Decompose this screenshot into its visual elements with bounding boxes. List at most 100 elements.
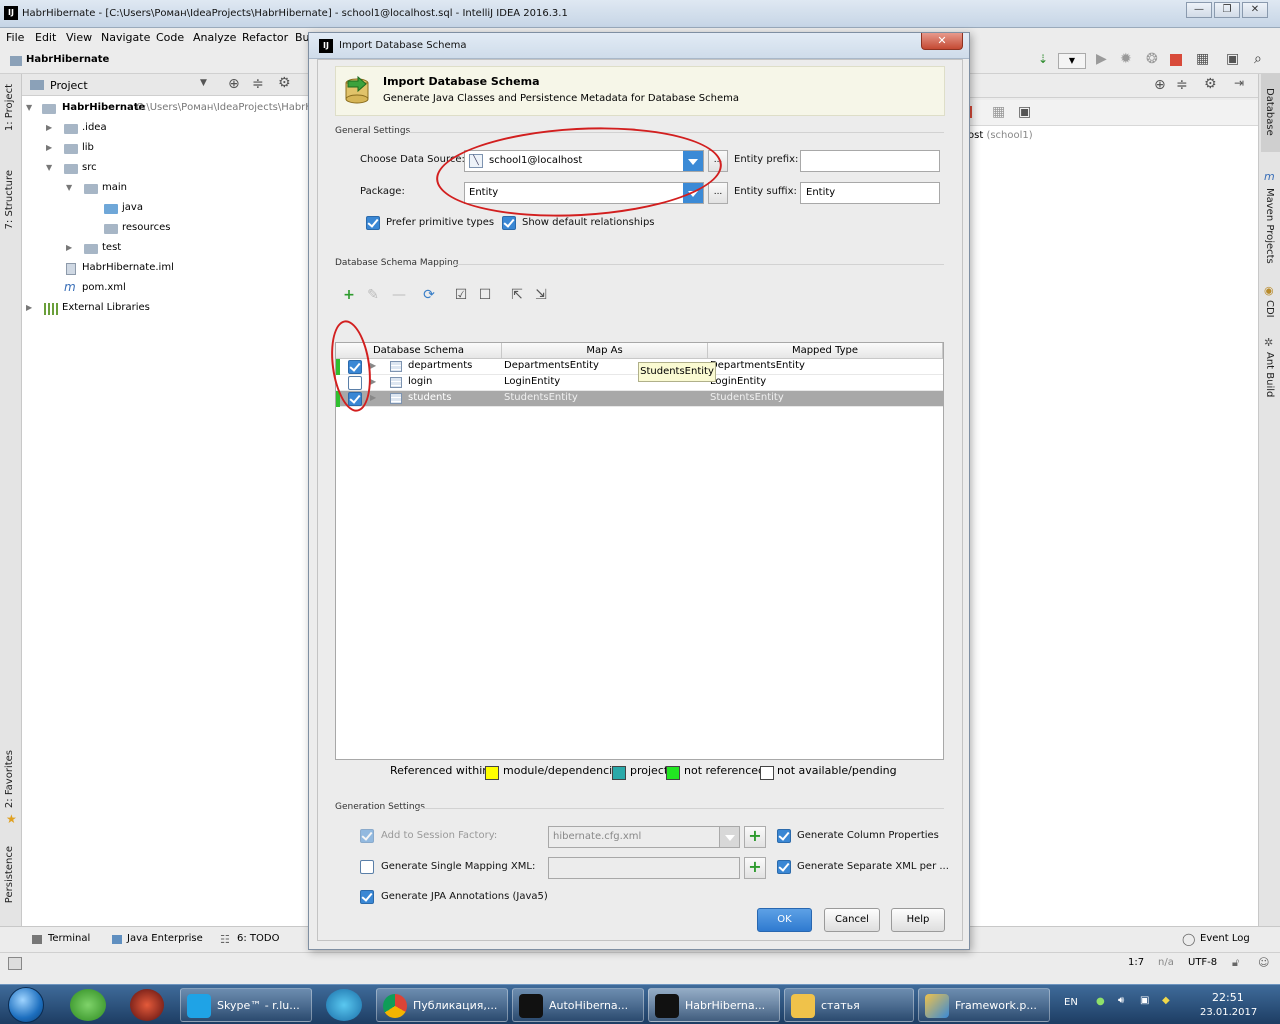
refresh-icon[interactable]: ⟳ (420, 286, 438, 304)
close-window-button[interactable]: ✕ (1242, 2, 1268, 18)
collapse-all-icon[interactable]: ⇲ (532, 286, 550, 304)
menu-navigate[interactable]: Navigate (101, 31, 150, 44)
line-separator[interactable]: n/a (1158, 957, 1174, 968)
db-host-label[interactable]: ost (school1) (968, 130, 1033, 141)
help-button[interactable]: Help (891, 908, 945, 932)
entity-suffix-input[interactable]: Entity (800, 182, 940, 204)
taskbar-item-skype[interactable]: Skype™ - r.lu... (180, 988, 312, 1022)
add-session-factory-button[interactable]: + (744, 826, 766, 848)
taskbar-item-framework[interactable]: Framework.p... (918, 988, 1050, 1022)
collapse-all-icon[interactable]: ≑ (252, 76, 264, 92)
tray-app-icon[interactable]: ● (1096, 996, 1105, 1007)
map-as-cell[interactable]: StudentsEntity (504, 392, 578, 403)
breadcrumb[interactable]: HabrHibernate (26, 54, 109, 65)
collapse-icon[interactable]: ≑ (1176, 77, 1188, 93)
app-icon[interactable] (130, 989, 164, 1021)
maximize-button[interactable]: ❐ (1214, 2, 1240, 18)
project-panel-title[interactable]: Project (50, 79, 88, 92)
ok-button[interactable]: OK (757, 908, 812, 932)
add-session-factory-checkbox[interactable] (360, 829, 374, 843)
taskbar-item-habrhibernate-active[interactable]: HabrHiberna... (648, 988, 780, 1022)
volume-icon[interactable]: 🔊︎ (1118, 995, 1124, 1006)
build-icon[interactable]: ⇣ (1038, 52, 1048, 66)
column-header-map-as[interactable]: Map As (502, 343, 708, 359)
cancel-button[interactable]: Cancel (824, 908, 880, 932)
stop-icon[interactable] (1170, 54, 1182, 66)
locate-icon[interactable]: ⊕ (228, 76, 240, 92)
utorrent-icon[interactable] (70, 989, 106, 1021)
hide-panel-icon[interactable]: ⇥ (1234, 76, 1244, 90)
tool-database[interactable]: Database (1264, 88, 1275, 136)
coverage-icon[interactable]: ❂ (1146, 51, 1158, 67)
settings-icon[interactable]: ▣ (1226, 51, 1239, 67)
entity-prefix-input[interactable] (800, 150, 940, 172)
tool-java-enterprise[interactable]: Java Enterprise (127, 933, 203, 944)
event-log[interactable]: Event Log (1200, 933, 1250, 944)
map-as-cell[interactable]: DepartmentsEntity (504, 360, 599, 371)
tool-todo[interactable]: 6: TODO (237, 933, 279, 944)
table-row-selected[interactable]: ▶ students StudentsEntity StudentsEntity (336, 391, 943, 407)
menu-file[interactable]: File (6, 31, 24, 44)
gear-icon[interactable]: ⚙ (1204, 76, 1217, 92)
column-header-mapped-type[interactable]: Mapped Type (708, 343, 943, 359)
table-icon[interactable]: ▦ (992, 104, 1005, 120)
run-config-dropdown[interactable]: ▼ (1058, 53, 1086, 69)
tree-row-root[interactable]: ▼ HabrHibernate C:\Users\Роман\IdeaProje… (22, 100, 313, 118)
run-icon[interactable]: ▶ (1096, 51, 1107, 67)
tool-favorites[interactable]: 2: Favorites (4, 750, 15, 808)
locate-icon[interactable]: ⊕ (1154, 77, 1166, 93)
network-icon[interactable]: ▣ (1140, 995, 1149, 1006)
package-browse-button[interactable]: ... (708, 182, 728, 204)
add-mapping-xml-button[interactable]: + (744, 857, 766, 879)
chevron-down-icon[interactable]: ▼ (200, 78, 207, 88)
toggle-tool-windows-icon[interactable] (8, 957, 22, 970)
jpa-annotations-checkbox[interactable] (360, 890, 374, 904)
separate-xml-checkbox[interactable] (777, 860, 791, 874)
minimize-button[interactable]: — (1186, 2, 1212, 18)
lock-icon[interactable]: 🔓︎ (1232, 956, 1239, 970)
edit-icon[interactable]: ✎ (364, 286, 382, 304)
remove-icon[interactable]: — (390, 286, 408, 304)
tray-update-icon[interactable]: ◆ (1162, 995, 1170, 1006)
tool-persistence[interactable]: Persistence (4, 846, 15, 903)
tool-maven[interactable]: Maven Projects (1264, 188, 1275, 264)
add-icon[interactable]: + (340, 286, 358, 304)
session-factory-select[interactable]: hibernate.cfg.xml (548, 826, 740, 848)
cursor-position[interactable]: 1:7 (1128, 957, 1144, 968)
tool-ant-build[interactable]: Ant Build (1264, 352, 1275, 397)
search-icon[interactable]: ⌕ (1254, 51, 1262, 67)
gear-icon[interactable]: ⚙ (278, 75, 291, 91)
taskbar-item-folder[interactable]: статья (784, 988, 914, 1022)
start-button[interactable] (8, 987, 44, 1023)
structure-icon[interactable]: ▦ (1196, 51, 1209, 67)
tool-structure[interactable]: 7: Structure (4, 170, 15, 229)
show-relationships-checkbox[interactable] (502, 216, 516, 230)
file-encoding[interactable]: UTF-8 (1188, 957, 1217, 968)
menu-code[interactable]: Code (156, 31, 184, 44)
console-icon[interactable]: ▣ (1018, 104, 1031, 120)
tool-cdi[interactable]: CDI (1264, 300, 1275, 318)
inspector-icon[interactable]: ☺︎ (1258, 956, 1269, 969)
language-indicator[interactable]: EN (1064, 997, 1078, 1008)
expand-all-icon[interactable]: ⇱ (508, 286, 526, 304)
taskbar-item-autohibernate[interactable]: AutoHiberna... (512, 988, 644, 1022)
column-properties-checkbox[interactable] (777, 829, 791, 843)
taskbar-item-chrome[interactable]: Публикация,... (376, 988, 508, 1022)
single-mapping-xml-checkbox[interactable] (360, 860, 374, 874)
tool-project[interactable]: 1: Project (4, 84, 15, 131)
menu-edit[interactable]: Edit (35, 31, 56, 44)
clock-date[interactable]: 23.01.2017 (1200, 1007, 1257, 1018)
expand-arrow-icon[interactable]: ▶ (370, 393, 376, 402)
dialog-close-button[interactable]: ✕ (921, 33, 963, 50)
unselect-all-icon[interactable]: ☐ (476, 286, 494, 304)
select-all-icon[interactable]: ☑ (452, 286, 470, 304)
ccleaner-icon[interactable] (326, 989, 362, 1021)
menu-analyze[interactable]: Analyze (193, 31, 236, 44)
debug-icon[interactable]: ✹ (1120, 51, 1132, 67)
menu-view[interactable]: View (66, 31, 92, 44)
menu-refactor[interactable]: Refactor (242, 31, 288, 44)
tool-terminal[interactable]: Terminal (48, 933, 90, 944)
single-mapping-xml-input[interactable] (548, 857, 740, 879)
map-as-cell[interactable]: LoginEntity (504, 376, 560, 387)
clock-time[interactable]: 22:51 (1212, 991, 1244, 1004)
